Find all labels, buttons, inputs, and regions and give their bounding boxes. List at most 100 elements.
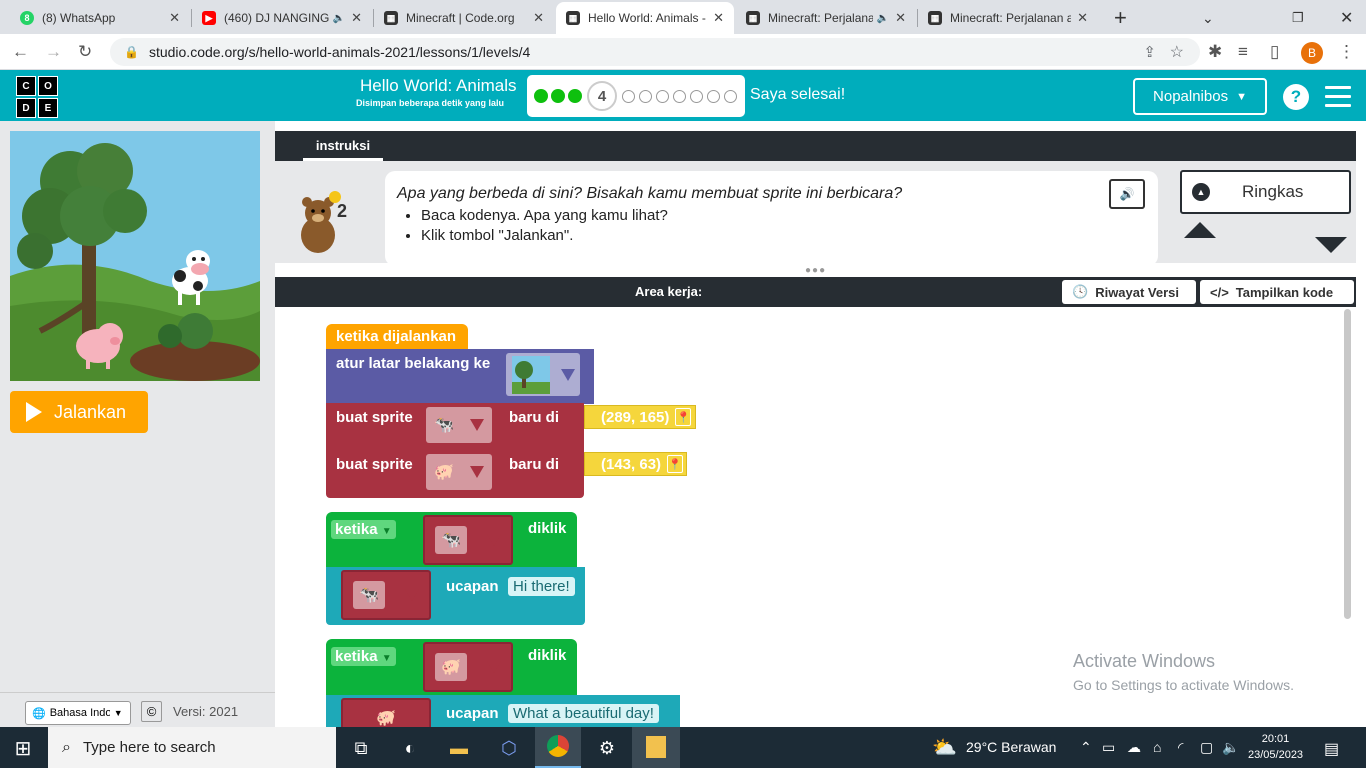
- browser-tab-minecraft-journey[interactable]: ▦ Minecraft: Perjalanan 🔈 ✕: [736, 2, 916, 34]
- share-icon[interactable]: ⇪: [1143, 43, 1156, 61]
- workspace-scrollbar[interactable]: [1344, 309, 1351, 619]
- speaker-icon[interactable]: 🔈: [877, 13, 889, 24]
- progress-dot[interactable]: [639, 89, 652, 103]
- battery-icon[interactable]: ▭: [1102, 739, 1115, 756]
- close-tab-icon[interactable]: ✕: [169, 10, 180, 26]
- background-dropdown[interactable]: [506, 353, 580, 396]
- version-history-button[interactable]: 🕓 Riwayat Versi: [1062, 280, 1196, 304]
- hint-count[interactable]: 2: [337, 201, 347, 222]
- say-text-field[interactable]: What a beautiful day!: [508, 704, 659, 723]
- location-picker-icon[interactable]: 📍: [667, 455, 684, 473]
- file-explorer-icon[interactable]: ▬: [446, 735, 472, 761]
- forward-icon[interactable]: →: [45, 42, 62, 62]
- sprite-dropdown[interactable]: 🐖: [426, 454, 492, 490]
- settings-gear-icon[interactable]: ⚙: [594, 735, 620, 761]
- task-view-icon[interactable]: ⧉: [348, 735, 374, 761]
- progress-dot[interactable]: [622, 89, 635, 103]
- close-tab-icon[interactable]: ✕: [713, 10, 724, 26]
- taskbar-clock[interactable]: 20:01 23/05/2023: [1248, 731, 1303, 763]
- extensions-icon[interactable]: ✱: [1208, 42, 1222, 62]
- speaker-icon[interactable]: 🔈: [333, 13, 345, 24]
- when-run-block[interactable]: ketika dijalankan: [326, 324, 468, 350]
- set-background-block[interactable]: atur latar belakang ke: [326, 349, 594, 404]
- sprite-dropdown[interactable]: 🐄: [426, 407, 492, 443]
- game-stage[interactable]: [10, 131, 260, 381]
- tab-instructions[interactable]: instruksi: [303, 131, 383, 161]
- close-window-icon[interactable]: ✕: [1330, 2, 1360, 34]
- event-dropdown[interactable]: ketika ▼: [331, 520, 396, 539]
- blockly-workspace[interactable]: ketika dijalankan atur latar belakang ke…: [275, 307, 1356, 727]
- browser-tab-minecraft[interactable]: ▦ Minecraft | Code.org ✕: [374, 2, 554, 34]
- windows-start-icon[interactable]: ⊞: [10, 735, 36, 761]
- network-icon[interactable]: ⌂: [1153, 739, 1161, 755]
- close-tab-icon[interactable]: ✕: [533, 10, 544, 26]
- progress-dot[interactable]: [707, 89, 720, 103]
- progress-dot[interactable]: [690, 89, 703, 103]
- browser-tab-hello-world[interactable]: ▦ Hello World: Animals - ✕: [556, 2, 734, 34]
- back-icon[interactable]: ←: [12, 42, 29, 62]
- address-bar[interactable]: 🔒 studio.code.org/s/hello-world-animals-…: [110, 38, 1200, 66]
- location-field[interactable]: (143, 63) 📍: [584, 452, 687, 476]
- language-select[interactable]: 🌐 Bahasa Indonesia ▼: [25, 701, 131, 725]
- profile-avatar[interactable]: B: [1301, 42, 1323, 64]
- show-code-button[interactable]: </> Tampilkan kode: [1200, 280, 1354, 304]
- bookmark-star-icon[interactable]: ☆: [1170, 42, 1184, 62]
- progress-dot[interactable]: [673, 89, 686, 103]
- progress-dot-completed[interactable]: [568, 89, 582, 103]
- progress-dot-current[interactable]: 4: [587, 81, 617, 111]
- make-sprite-block[interactable]: buat sprite 🐄 baru di: [326, 403, 584, 451]
- progress-dot[interactable]: [656, 89, 669, 103]
- new-tab-button[interactable]: +: [1104, 2, 1134, 34]
- edge-icon[interactable]: ◐: [397, 735, 423, 761]
- finish-link[interactable]: Saya selesai!: [750, 86, 845, 104]
- notifications-icon[interactable]: ▤: [1324, 739, 1339, 759]
- text-to-speech-icon[interactable]: 🔊: [1109, 179, 1145, 209]
- browser-tab-minecraft-journey-2[interactable]: ▦ Minecraft: Perjalanan a ✕: [918, 2, 1098, 34]
- close-tab-icon[interactable]: ✕: [895, 10, 906, 26]
- when-clicked-block[interactable]: ketika ▼ 🐖 diklik: [326, 639, 577, 695]
- reload-icon[interactable]: ↻: [78, 42, 92, 62]
- wifi-icon[interactable]: ◜: [1178, 739, 1183, 756]
- progress-dot-completed[interactable]: [534, 89, 548, 103]
- side-panel-icon[interactable]: ▯: [1270, 42, 1279, 62]
- restore-window-icon[interactable]: ❐: [1282, 2, 1312, 34]
- location-field[interactable]: (289, 165) 📍: [584, 405, 696, 429]
- run-button[interactable]: Jalankan: [10, 391, 148, 433]
- say-block[interactable]: 🐖 ucapan What a beautiful day!: [326, 695, 680, 727]
- show-hidden-icons-icon[interactable]: ⌃: [1080, 739, 1092, 756]
- copyright-button[interactable]: ©: [141, 701, 162, 722]
- location-picker-icon[interactable]: 📍: [675, 408, 692, 426]
- copilot-icon[interactable]: ⬡: [496, 735, 522, 761]
- hamburger-menu-icon[interactable]: [1325, 86, 1351, 113]
- resize-handle-icon[interactable]: ●●●: [805, 265, 826, 276]
- volume-icon[interactable]: 🔈: [1222, 739, 1239, 756]
- make-sprite-block[interactable]: buat sprite 🐖 baru di: [326, 450, 584, 498]
- user-menu-button[interactable]: Nopalnibos ▼: [1133, 78, 1267, 115]
- when-clicked-block[interactable]: ketika ▼ 🐄 diklik: [326, 512, 577, 568]
- sprite-dropdown[interactable]: 🐖: [341, 698, 431, 727]
- close-tab-icon[interactable]: ✕: [1077, 10, 1088, 26]
- chrome-taskbar-button[interactable]: [535, 727, 581, 768]
- browser-menu-icon[interactable]: ⋮: [1338, 42, 1355, 62]
- say-block[interactable]: 🐄 ucapan Hi there!: [326, 567, 585, 625]
- say-text-field[interactable]: Hi there!: [508, 577, 575, 596]
- display-icon[interactable]: ▢: [1200, 739, 1213, 756]
- media-control-icon[interactable]: ≡: [1238, 42, 1248, 62]
- collapse-button[interactable]: ▲ Ringkas: [1180, 170, 1351, 214]
- tab-search-icon[interactable]: ⌄: [1192, 2, 1222, 34]
- progress-dot-completed[interactable]: [551, 89, 565, 103]
- cloud-icon[interactable]: ☁: [1127, 739, 1141, 756]
- event-dropdown[interactable]: ketika ▼: [331, 647, 396, 666]
- sprite-dropdown[interactable]: 🐄: [423, 515, 513, 565]
- close-tab-icon[interactable]: ✕: [351, 10, 362, 26]
- browser-tab-whatsapp[interactable]: 8 (8) WhatsApp ✕: [10, 2, 190, 34]
- scroll-down-icon[interactable]: [1315, 237, 1347, 253]
- weather-text[interactable]: 29°C Berawan: [966, 739, 1056, 755]
- help-button[interactable]: ?: [1283, 84, 1309, 110]
- app-taskbar-button[interactable]: [632, 727, 680, 768]
- weather-icon[interactable]: ⛅: [932, 735, 957, 760]
- sprite-dropdown[interactable]: 🐖: [423, 642, 513, 692]
- taskbar-search[interactable]: ⌕ Type here to search: [48, 727, 336, 768]
- codeorg-logo[interactable]: C O D E: [16, 76, 58, 118]
- scroll-up-icon[interactable]: [1184, 222, 1216, 238]
